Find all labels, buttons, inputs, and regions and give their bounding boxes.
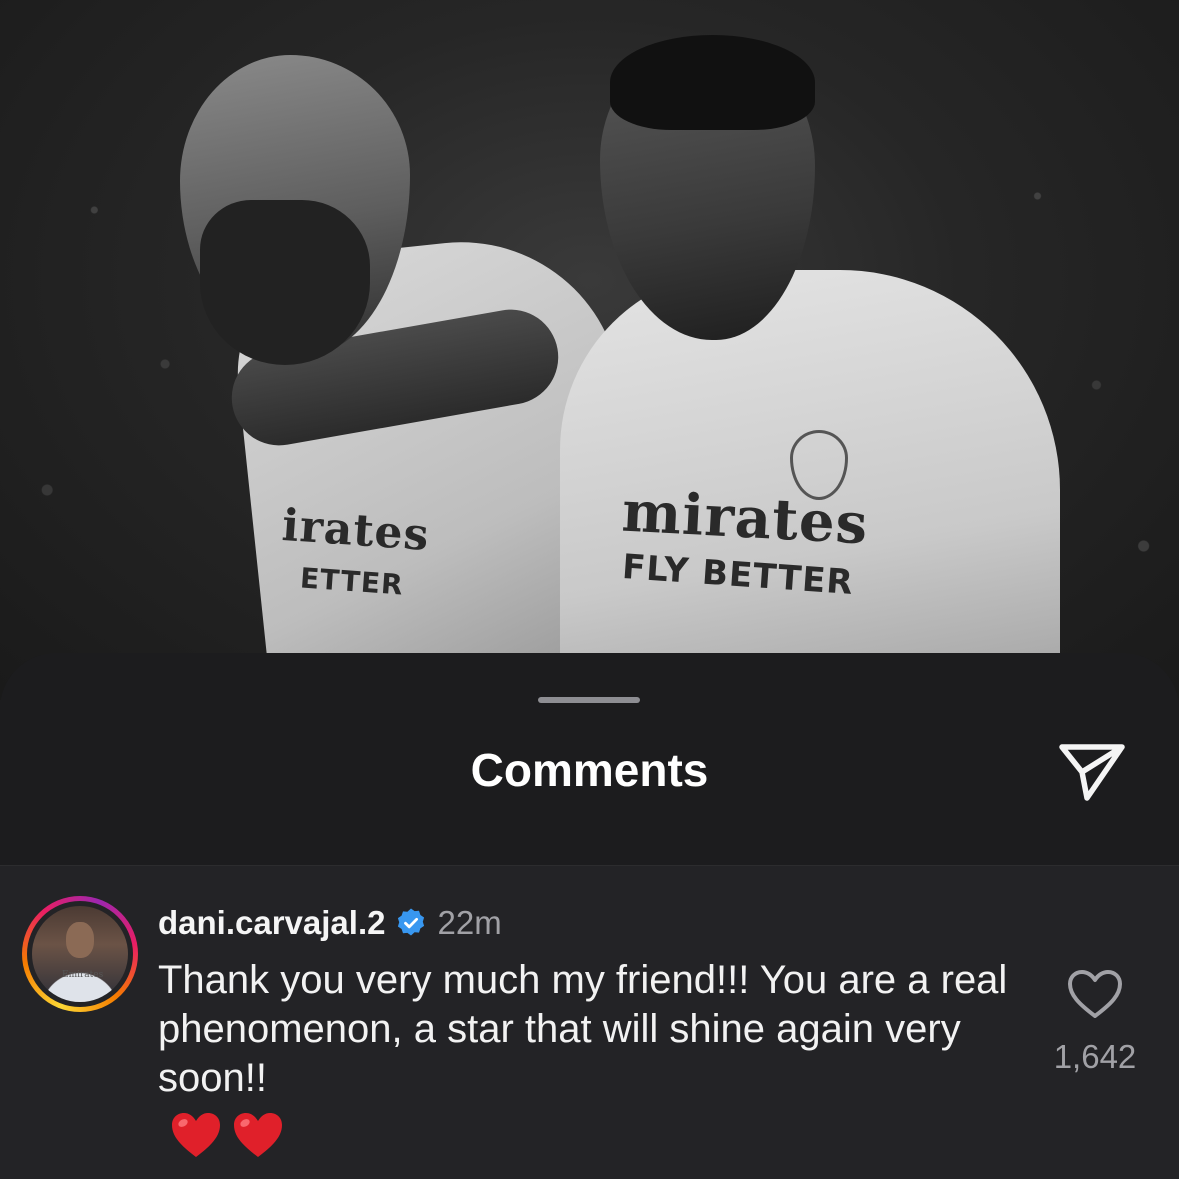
avatar-face [66, 922, 94, 958]
comments-sheet: Comments Emirates dani.carvajal.2 22m Th… [0, 653, 1179, 1179]
jersey-sponsor-left: irates [280, 499, 432, 562]
player-right-hair [610, 35, 815, 130]
post-photo-background: mirates FLY BETTER irates ETTER [0, 0, 1179, 700]
paper-plane-icon [1059, 744, 1125, 801]
red-heart-emoji-icon [234, 1113, 282, 1157]
share-button[interactable] [1052, 735, 1132, 809]
sheet-title: Comments [470, 744, 709, 796]
like-button[interactable] [1066, 968, 1124, 1020]
avatar[interactable]: Emirates [22, 896, 138, 1012]
comment-emojis [170, 1111, 284, 1159]
comment-item: Emirates dani.carvajal.2 22m Thank you v… [0, 866, 1179, 1179]
like-count: 1,642 [1053, 1038, 1137, 1075]
player-left-beard [200, 200, 370, 365]
avatar-photo: Emirates [32, 906, 128, 1002]
comment-timestamp: 22m [437, 904, 502, 941]
heart-outline-icon [1068, 970, 1122, 1018]
verified-badge-icon [398, 908, 425, 936]
jersey-sponsor-right: mirates [620, 478, 870, 558]
avatar-shirt-sponsor: Emirates [62, 970, 104, 980]
red-heart-emoji-icon [172, 1113, 220, 1157]
comment-meta: dani.carvajal.2 22m [158, 902, 502, 944]
avatar-inner: Emirates [27, 901, 133, 1007]
sheet-grabber-handle[interactable] [538, 697, 640, 703]
comment-username[interactable]: dani.carvajal.2 [158, 904, 385, 942]
comment-body: Thank you very much my friend!!! You are… [158, 958, 1008, 1100]
